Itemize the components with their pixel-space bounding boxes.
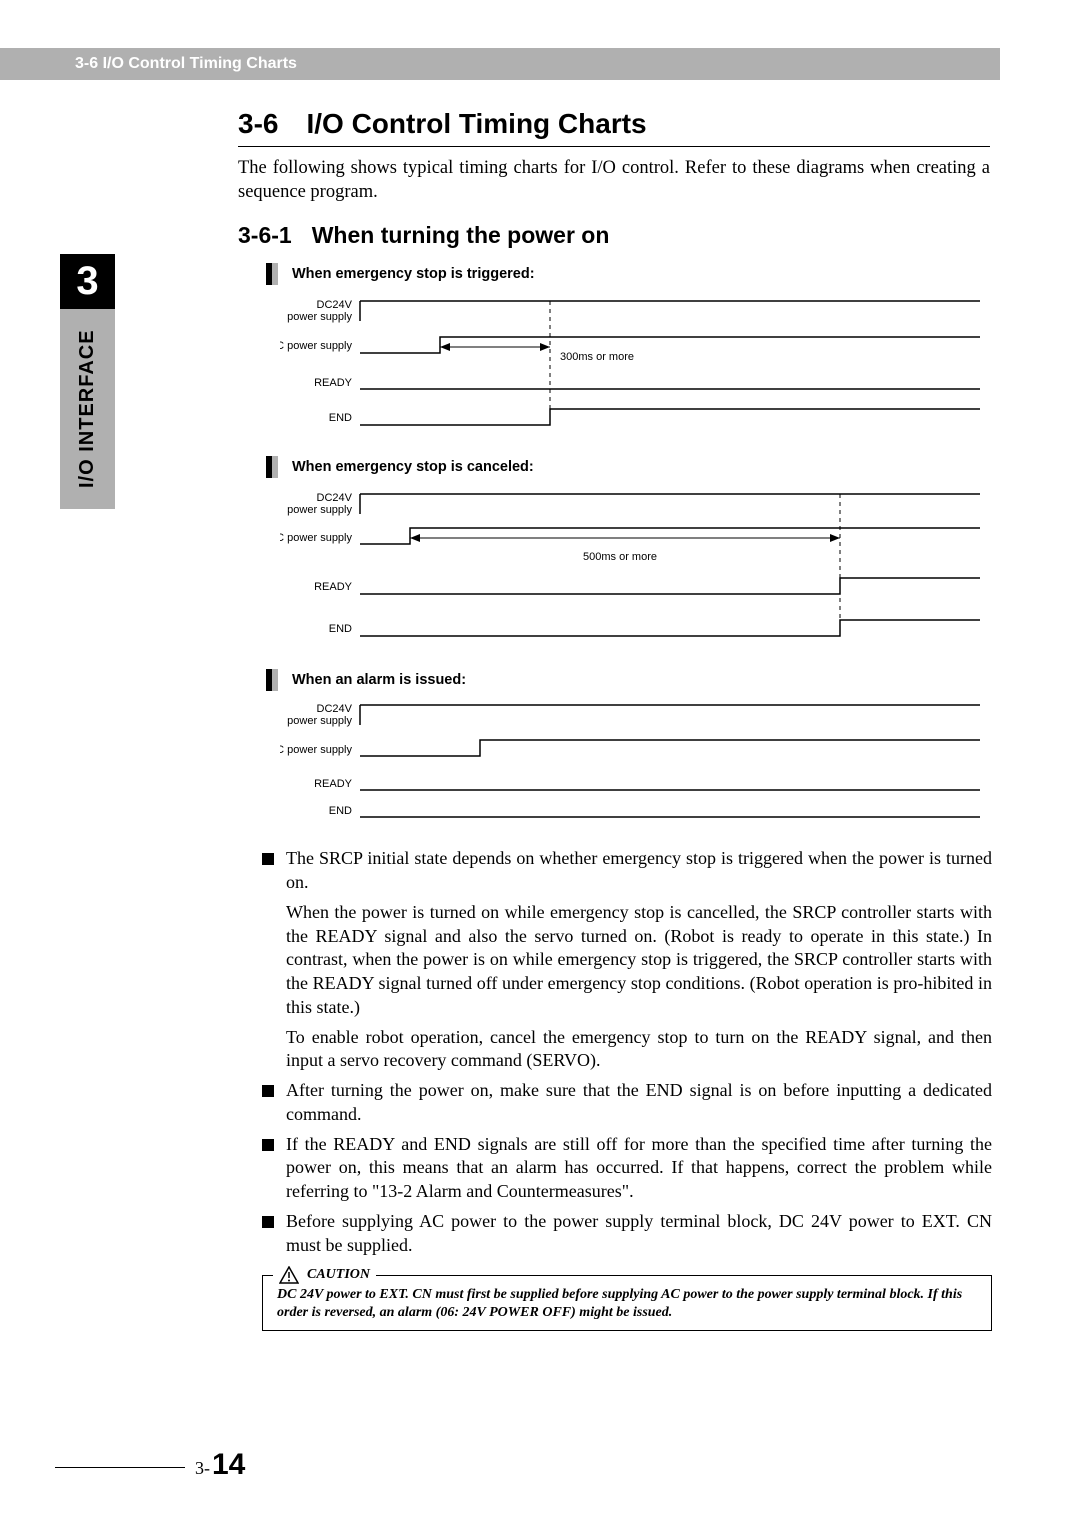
timing-chart-3: DC24V power supply AC power supply READY… — [280, 699, 990, 829]
sig3-end: END — [329, 805, 352, 817]
section-heading: 3-6 I/O Control Timing Charts — [238, 108, 990, 147]
caution-label: CAUTION — [307, 1266, 370, 1284]
chapter-label: I/O INTERFACE — [76, 330, 99, 489]
note-4: Before supplying AC power to the power s… — [286, 1210, 992, 1258]
chart-heading-3-text: When an alarm is issued: — [292, 672, 466, 688]
sig-ready: READY — [314, 377, 353, 389]
note-item: If the READY and END signals are still o… — [262, 1133, 992, 1204]
sig-dc24v-2: power supply — [287, 311, 352, 323]
square-bullet-icon — [262, 853, 274, 865]
section-number: 3-6 — [238, 108, 278, 139]
chart-heading-2: When emergency stop is canceled: — [266, 456, 990, 478]
timing-chart-1: DC24V power supply AC power supply READY… — [280, 293, 990, 438]
chart-heading-3: When an alarm is issued: — [266, 669, 990, 691]
sig-dc24v: DC24V — [317, 299, 353, 311]
square-bullet-icon — [262, 1216, 274, 1228]
caution-text: DC 24V power to EXT. CN must first be su… — [277, 1287, 962, 1320]
warning-triangle-icon — [279, 1266, 299, 1284]
note-2: After turning the power on, make sure th… — [286, 1079, 992, 1127]
notes-list: The SRCP initial state depends on whethe… — [262, 847, 992, 1257]
sig2-dc24v-2: power supply — [287, 504, 352, 516]
note-3: If the READY and END signals are still o… — [286, 1133, 992, 1204]
footer-rule — [55, 1467, 185, 1468]
note-1-cont-1: When the power is turned on while emerge… — [286, 901, 992, 1020]
heading-bar-grey-icon — [272, 456, 278, 478]
chapter-label-tab: I/O INTERFACE — [60, 309, 115, 509]
timing-chart-2: DC24V power supply AC power supply READY… — [280, 486, 990, 651]
chart1-annotation: 300ms or more — [560, 351, 634, 363]
note-item: The SRCP initial state depends on whethe… — [262, 847, 992, 895]
chart2-annotation: 500ms or more — [583, 551, 657, 563]
page-footer: 3- 14 — [55, 1448, 245, 1482]
sig-ac: AC power supply — [280, 340, 352, 352]
square-bullet-icon — [262, 1139, 274, 1151]
breadcrumb: 3-6 I/O Control Timing Charts — [75, 55, 297, 73]
heading-bar-grey-icon — [272, 263, 278, 285]
note-item: After turning the power on, make sure th… — [262, 1079, 992, 1127]
content-column: 3-6 I/O Control Timing Charts The followi… — [238, 108, 990, 1331]
sig2-ready: READY — [314, 581, 353, 593]
chapter-number: 3 — [76, 259, 98, 304]
chart-heading-1-text: When emergency stop is triggered: — [292, 266, 535, 282]
page-header: 3-6 I/O Control Timing Charts — [0, 48, 1000, 80]
sig3-dc24v-2: power supply — [287, 715, 352, 727]
subsection-heading: 3-6-1 When turning the power on — [238, 222, 990, 249]
sig3-dc24v: DC24V — [317, 703, 353, 715]
sig2-end: END — [329, 623, 352, 635]
footer-page: 14 — [212, 1448, 245, 1482]
chart-heading-2-text: When emergency stop is canceled: — [292, 459, 534, 475]
sig3-ac: AC power supply — [280, 744, 352, 756]
caution-label-wrap: CAUTION — [273, 1266, 376, 1284]
footer-chapter: 3- — [195, 1458, 210, 1479]
sig-end: END — [329, 412, 352, 424]
section-title: I/O Control Timing Charts — [306, 108, 646, 139]
chapter-number-tab: 3 — [60, 254, 115, 309]
chart-heading-1: When emergency stop is triggered: — [266, 263, 990, 285]
sig3-ready: READY — [314, 778, 353, 790]
square-bullet-icon — [262, 1085, 274, 1097]
note-1: The SRCP initial state depends on whethe… — [286, 847, 992, 895]
sig2-dc24v: DC24V — [317, 492, 353, 504]
heading-bar-grey-icon — [272, 669, 278, 691]
note-1-cont-2: To enable robot operation, cancel the em… — [286, 1026, 992, 1074]
subsection-title: When turning the power on — [312, 222, 610, 248]
section-intro: The following shows typical timing chart… — [238, 157, 990, 204]
sig2-ac: AC power supply — [280, 532, 352, 544]
caution-box: CAUTION DC 24V power to EXT. CN must fir… — [262, 1275, 992, 1331]
subsection-number: 3-6-1 — [238, 222, 292, 248]
note-item: Before supplying AC power to the power s… — [262, 1210, 992, 1258]
